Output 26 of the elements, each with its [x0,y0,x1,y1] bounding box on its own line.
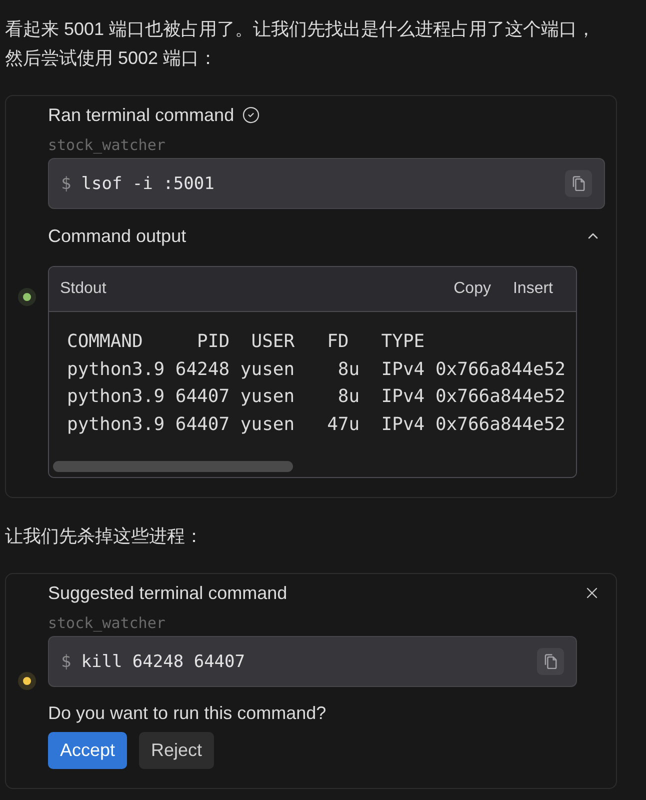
scrollbar-thumb[interactable] [53,461,293,472]
directory-label: stock_watcher [48,613,166,633]
output-line: python3.9 64407 yusen 47u IPv4 0x766a844e52 [67,412,566,436]
copy-button[interactable] [537,648,564,675]
output-label: Command output [48,226,186,246]
message-text: 让我们先杀掉这些进程： [5,525,204,548]
copy-icon [543,654,558,669]
secondary-button[interactable]: Reject [139,732,214,769]
confirm-question: Do you want to run this command? [48,702,326,725]
prompt-symbol: $ [61,174,72,194]
card-title: Ran terminal command [48,104,234,126]
message-text: 看起来 5001 端口也被占用了。让我们先找出是什么进程占用了这个端口，然后尝试使用 5002 端口： [5,18,596,70]
directory-label: stock_watcher [48,135,166,155]
command-text: lsof -i :5001 [81,174,214,194]
output-line: python3.9 64248 yusen 8u IPv4 0x766a844e52 [67,358,566,382]
primary-button[interactable]: Accept [48,732,128,769]
output-action-button[interactable]: Insert [512,280,553,298]
prompt-symbol: $ [61,652,72,672]
copy-button[interactable] [565,170,592,197]
stream-label: Stdout [60,280,106,298]
command-text: kill 64248 64407 [81,652,246,672]
output-action-button[interactable]: Copy [454,280,491,298]
output-line: COMMAND PID USER FD TYPE [67,330,425,354]
card-title: Suggested terminal command [48,582,288,604]
output-line: python3.9 64407 yusen 8u IPv4 0x766a844e52 [67,385,566,409]
copy-icon [571,176,586,191]
